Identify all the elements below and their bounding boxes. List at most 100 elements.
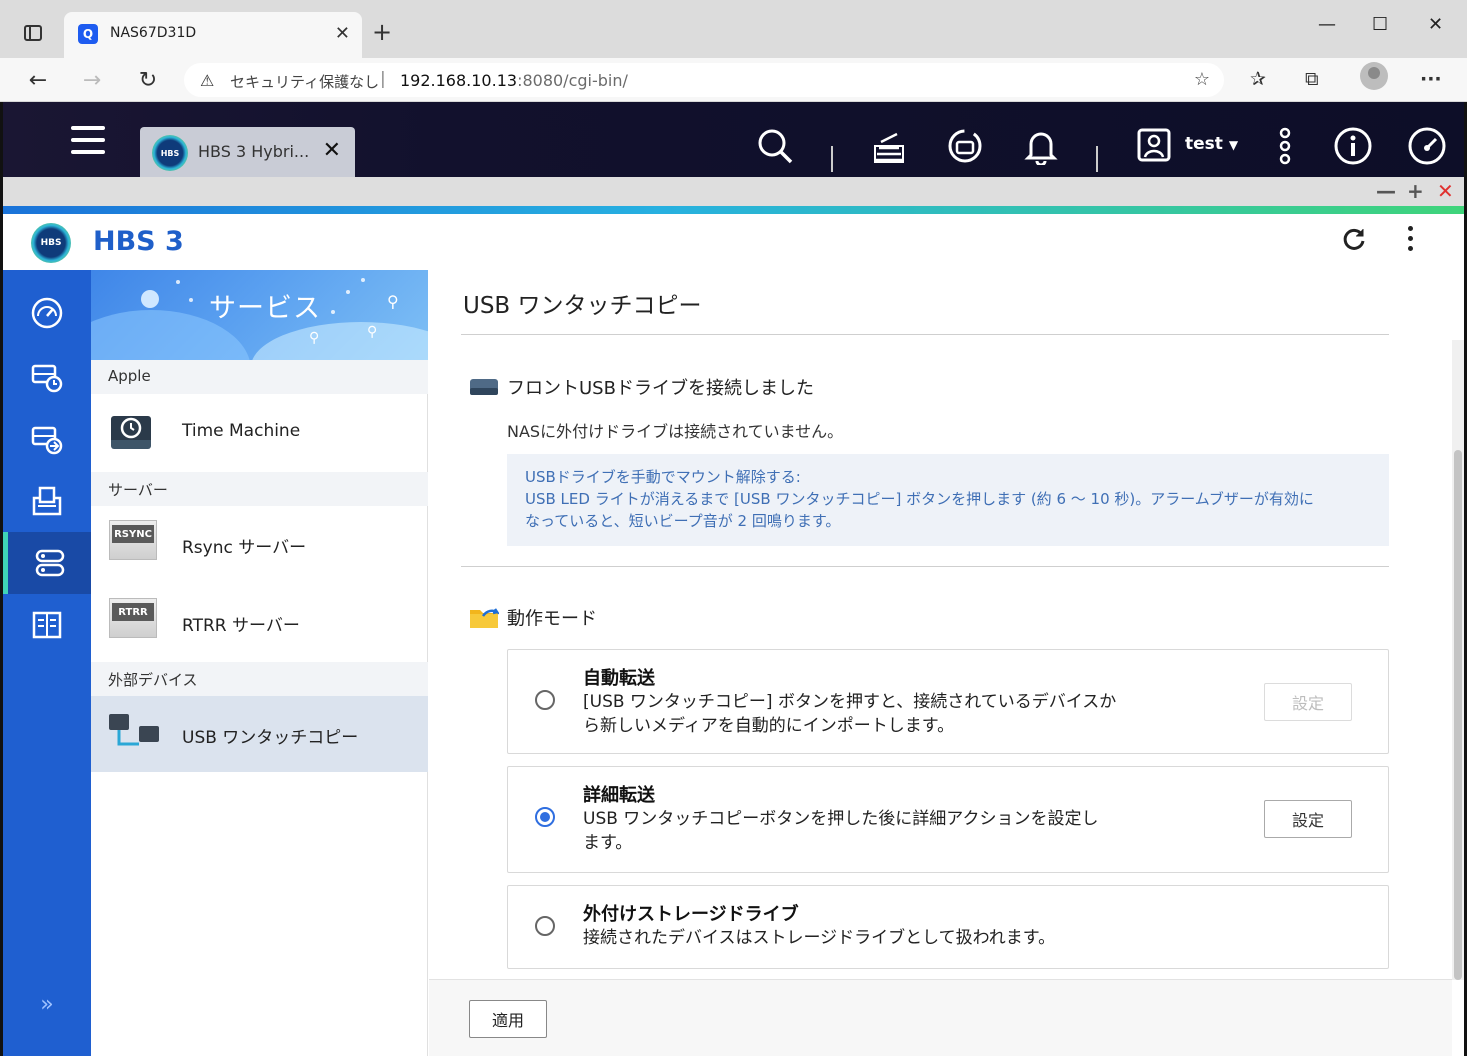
services-icon[interactable]: [3, 532, 91, 594]
option-description: [USB ワンタッチコピー] ボタンを押すと、接続されているデバイスか ら新しいメ…: [583, 692, 1117, 736]
username-dropdown[interactable]: test ▼: [1185, 134, 1238, 154]
external-device-icon[interactable]: [945, 126, 985, 166]
main-menu-icon[interactable]: [71, 126, 105, 162]
scrollbar[interactable]: [1452, 340, 1464, 980]
qts-top-bar: HBS HBS 3 Hybri... ✕ test ▼: [3, 102, 1464, 177]
search-icon[interactable]: [755, 126, 795, 166]
app-more-icon[interactable]: [1408, 226, 1416, 256]
not-secure-warning-icon[interactable]: ⚠: [200, 71, 214, 90]
app-tab-label: HBS 3 Hybri...: [198, 142, 310, 161]
rsync-server-icon: RSYNC: [109, 520, 159, 564]
banner-orb-icon: [141, 290, 159, 308]
close-app-icon[interactable]: ✕: [323, 138, 341, 163]
service-item-rtrr[interactable]: RTRR RTRR サーバー: [91, 584, 428, 660]
main-content: USB ワンタッチコピー フロントUSBドライブを接続しました NASに外付けド…: [429, 270, 1464, 1056]
mode-heading-text: 動作モード: [507, 608, 597, 630]
user-icon[interactable]: [1134, 126, 1174, 166]
scrollbar-thumb[interactable]: [1454, 450, 1462, 980]
accent-line: [3, 206, 1464, 214]
collections-icon[interactable]: ⧉: [1305, 68, 1319, 90]
icon-rail: »: [3, 270, 91, 1056]
service-label: USB ワンタッチコピー: [182, 728, 359, 748]
overview-icon[interactable]: [3, 282, 91, 344]
window-minimize-icon[interactable]: —: [1376, 179, 1396, 203]
page-title: USB ワンタッチコピー: [463, 293, 702, 319]
option-title: 外付けストレージドライブ: [583, 904, 799, 925]
security-label[interactable]: セキュリティ保護なし: [230, 71, 379, 92]
username: test: [1185, 134, 1223, 154]
dashboard-gauge-icon[interactable]: [1407, 126, 1447, 166]
caret-down-icon: ▼: [1228, 138, 1239, 152]
notice-line: USB LED ライトが消えるまで [USB ワンタッチコピー] ボタンを押しま…: [525, 490, 1314, 508]
back-icon[interactable]: ←: [24, 66, 52, 94]
auto-transfer-radio[interactable]: [535, 690, 555, 710]
window-maximize-icon[interactable]: +: [1407, 179, 1424, 203]
folder-arrow-icon: [469, 604, 501, 635]
notification-bell-icon[interactable]: [1021, 126, 1061, 166]
unmount-notice: USBドライブを手動でマウント解除する: USB LED ライトが消えるまで […: [507, 454, 1389, 546]
advanced-transfer-radio[interactable]: [535, 807, 555, 827]
info-icon[interactable]: [1333, 126, 1373, 166]
mode-option-auto-transfer[interactable]: 自動転送 [USB ワンタッチコピー] ボタンを押すと、接続されているデバイスか…: [507, 649, 1389, 754]
mode-heading: 動作モード: [469, 604, 597, 635]
maximize-icon[interactable]: ☐: [1372, 14, 1388, 35]
browser-tab[interactable]: Q NAS67D31D ✕: [64, 12, 362, 58]
app-window-controls: — + ✕: [3, 177, 1464, 206]
app-header: HBS HBS 3: [3, 214, 1464, 270]
mode-option-external-storage[interactable]: 外付けストレージドライブ 接続されたデバイスはストレージドライブとして扱われます…: [507, 885, 1389, 969]
service-label: Rsync サーバー: [182, 538, 307, 558]
advanced-transfer-settings-button[interactable]: 設定: [1264, 800, 1352, 838]
window-close-icon[interactable]: ✕: [1437, 179, 1454, 203]
add-favorite-icon[interactable]: ☆: [1194, 69, 1210, 90]
service-item-usb-one-touch-copy[interactable]: USB ワンタッチコピー: [91, 696, 428, 772]
sync-icon[interactable]: [3, 408, 91, 470]
minimize-icon[interactable]: —: [1318, 14, 1336, 35]
hbs-logo-icon: HBS: [152, 135, 188, 171]
service-label: RTRR サーバー: [182, 616, 300, 636]
job-logs-icon[interactable]: [3, 470, 91, 532]
banner-title: サービス: [209, 293, 321, 324]
location-pin-icon: ⚲: [387, 292, 399, 311]
group-header-server: サーバー: [91, 472, 428, 506]
hbs-app-tab[interactable]: HBS HBS 3 Hybri... ✕: [140, 127, 355, 177]
new-tab-icon[interactable]: +: [372, 18, 392, 46]
tab-actions-icon[interactable]: [20, 20, 46, 46]
divider: [461, 334, 1389, 335]
option-description: USB ワンタッチコピーボタンを押した後に詳細アクションを設定し ます。: [583, 809, 1099, 853]
favorites-icon[interactable]: ✰: [1250, 68, 1266, 90]
browser-tab-strip: Q NAS67D31D ✕ + — ☐ ✕: [0, 0, 1467, 58]
auto-transfer-settings-button[interactable]: 設定: [1264, 683, 1352, 721]
refresh-icon[interactable]: [1341, 226, 1367, 259]
close-tab-icon[interactable]: ✕: [335, 23, 350, 44]
option-title: 詳細転送: [583, 785, 655, 806]
mode-option-advanced-transfer[interactable]: 詳細転送 USB ワンタッチコピーボタンを押した後に詳細アクションを設定し ます。…: [507, 766, 1389, 873]
settings-more-icon[interactable]: ···: [1420, 68, 1442, 90]
expand-rail-icon[interactable]: »: [3, 992, 91, 1017]
front-usb-status: NASに外付けドライブは接続されていません。: [507, 422, 844, 441]
url-field[interactable]: ⚠ セキュリティ保護なし | 192.168.10.13:8080/cgi-bi…: [184, 63, 1224, 97]
reload-icon[interactable]: ↻: [134, 66, 162, 94]
time-machine-icon: [109, 408, 159, 452]
service-item-rsync[interactable]: RSYNC Rsync サーバー: [91, 506, 428, 582]
forward-icon[interactable]: →: [78, 66, 106, 94]
backup-restore-icon[interactable]: [3, 346, 91, 408]
apply-button[interactable]: 適用: [469, 1000, 547, 1038]
usb-one-touch-copy-icon: [109, 710, 159, 754]
services-banner: ⚲ ⚲ ⚲ サービス: [91, 270, 428, 360]
notice-line: なっていると、短いビープ音が 2 回鳴ります。: [525, 512, 841, 530]
hbs-app-logo-icon: HBS: [31, 223, 71, 263]
more-options-icon[interactable]: [1265, 126, 1305, 166]
close-window-icon[interactable]: ✕: [1428, 14, 1443, 35]
rtrr-server-icon: RTRR: [109, 598, 159, 642]
external-storage-radio[interactable]: [535, 916, 555, 936]
option-description: 接続されたデバイスはストレージドライブとして扱われます。: [583, 928, 1056, 948]
profile-avatar-icon[interactable]: [1360, 62, 1388, 90]
divider: [461, 566, 1389, 567]
app-title: HBS 3: [93, 226, 184, 257]
service-panel: ⚲ ⚲ ⚲ サービス Apple Time Machine サーバー RSYNC…: [91, 270, 428, 1056]
service-item-time-machine[interactable]: Time Machine: [91, 394, 428, 470]
front-usb-heading: フロントUSBドライブを接続しました: [469, 374, 814, 403]
background-tasks-icon[interactable]: [869, 126, 909, 166]
storage-spaces-icon[interactable]: [3, 594, 91, 656]
url-text[interactable]: 192.168.10.13:8080/cgi-bin/: [400, 71, 628, 90]
